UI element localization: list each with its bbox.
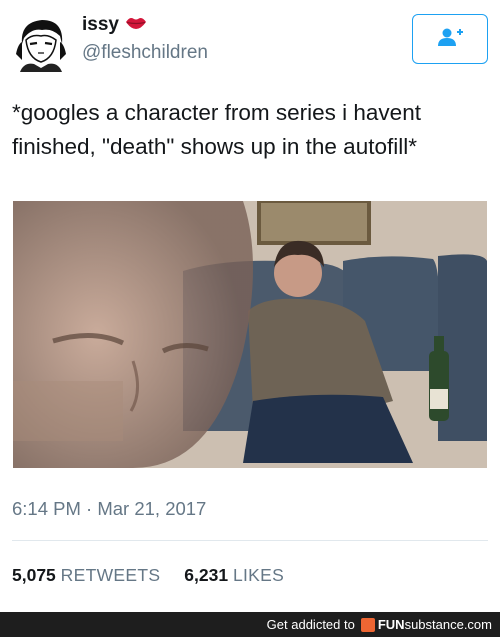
user-handle[interactable]: @fleshchildren	[82, 42, 208, 64]
retweets-count: 5,075	[12, 565, 56, 585]
divider	[12, 540, 488, 541]
display-name[interactable]: issy	[82, 14, 208, 36]
tweet-text: *googles a character from series i haven…	[12, 100, 421, 159]
tweet-timestamp[interactable]: 6:14 PM · Mar 21, 2017	[12, 498, 206, 520]
retweets-stat[interactable]: 5,075 RETWEETS	[12, 565, 160, 586]
follow-button[interactable]	[412, 14, 488, 64]
tweet-photo[interactable]	[13, 201, 487, 468]
engagement-stats: 5,075 RETWEETS 6,231 LIKES	[12, 565, 284, 586]
footer-brand-sub: substance.com	[404, 617, 492, 632]
tweet-photo-drawing	[13, 201, 487, 468]
display-name-text: issy	[82, 14, 119, 35]
retweets-label: RETWEETS	[60, 565, 161, 585]
add-user-icon	[435, 27, 465, 52]
likes-count: 6,231	[184, 565, 229, 585]
avatar-drawing	[12, 14, 70, 72]
kiss-lips-icon	[125, 14, 147, 36]
avatar[interactable]	[12, 14, 70, 72]
funsubstance-logo-icon	[360, 617, 375, 632]
user-info: issy @fleshchildren	[82, 14, 208, 64]
footer-prefix: Get addicted to	[266, 617, 355, 632]
likes-stat[interactable]: 6,231 LIKES	[184, 565, 284, 586]
watermark-footer: Get addicted to FUN substance.com	[0, 612, 500, 637]
footer-brand-fun: FUN	[377, 617, 405, 632]
tweet-card: issy @fleshchildren *googles a character…	[0, 0, 500, 612]
likes-label: LIKES	[232, 565, 285, 585]
